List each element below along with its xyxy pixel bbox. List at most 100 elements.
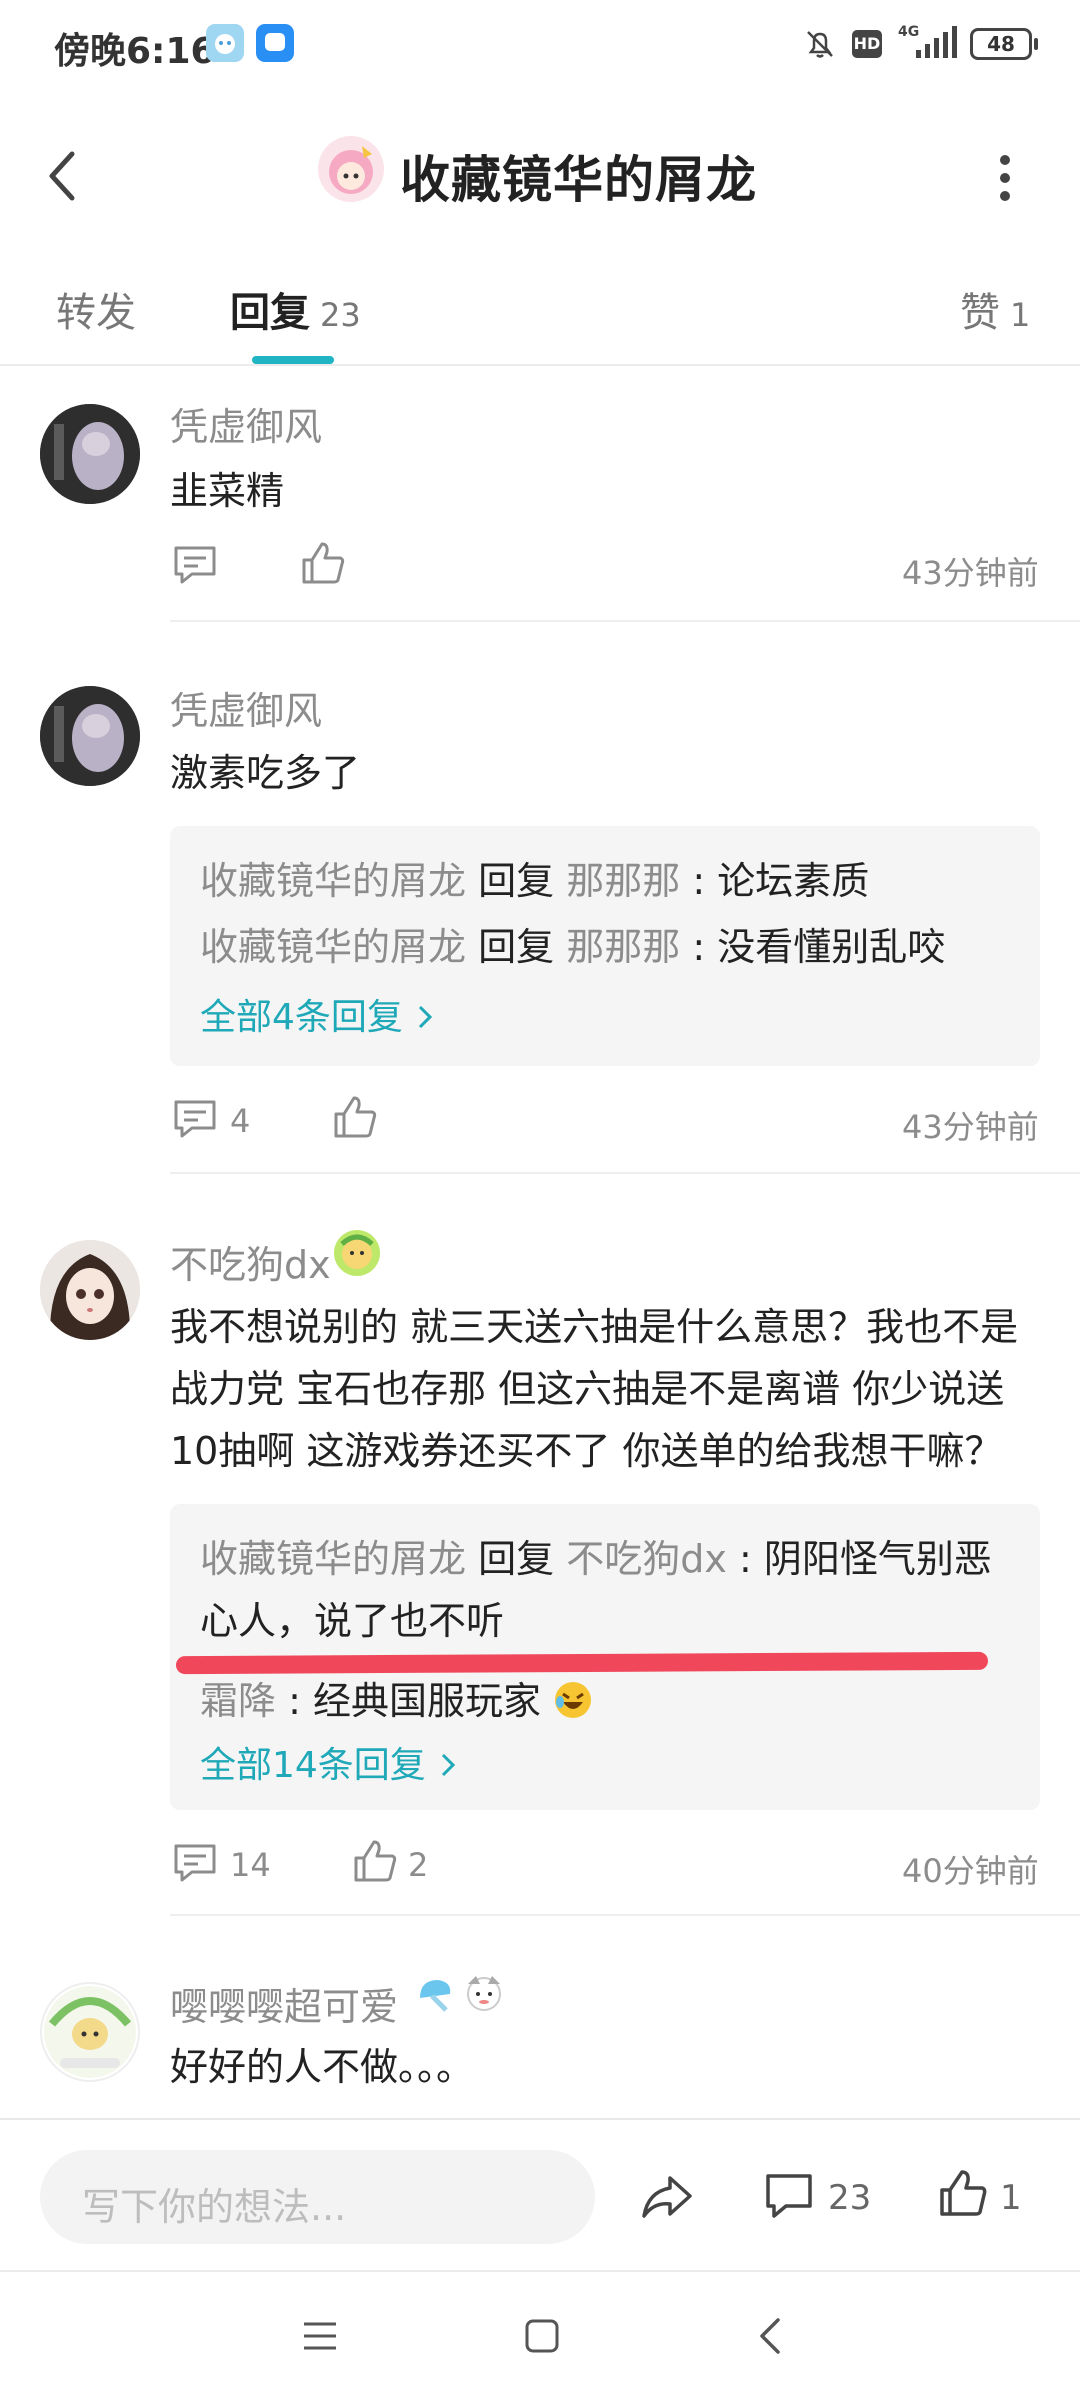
reply-icon[interactable] [172, 1098, 218, 1144]
comment-text: 我不想说别的 就三天送六抽是什么意思？我也不是 战力党 宝石也存那 但这六抽是不… [170, 1296, 1018, 1482]
author-avatar[interactable] [318, 136, 384, 202]
reply-to[interactable]: 那那那 [566, 859, 680, 903]
more-vertical-icon[interactable] [990, 150, 1020, 206]
reply-separator: : [692, 925, 706, 969]
menu-icon[interactable] [302, 2320, 338, 2356]
view-all-replies-link[interactable]: 全部4条回复 [200, 988, 436, 1040]
battery-icon: 48 [970, 28, 1032, 60]
page-title: 收藏镜华的屑龙 [400, 151, 757, 209]
comment-username[interactable]: 嘤嘤嘤超可爱 [170, 1976, 398, 2031]
fan-badge-icon [412, 1972, 458, 2022]
avatar[interactable] [40, 686, 140, 786]
bottom-comment-count: 23 [828, 2178, 872, 2218]
battery-tip [1034, 38, 1038, 50]
comment-username[interactable]: 凭虚御风 [170, 680, 322, 735]
reply-text: 没看懂别乱咬 [717, 925, 946, 969]
reply-to[interactable]: 不吃狗dx [566, 1537, 727, 1581]
active-tab-indicator [252, 356, 334, 364]
reply-item: 霜降 : 经典国服玩家 [200, 1670, 593, 1738]
tab-replies-label: 回复 [230, 290, 310, 336]
comment-text-line: 我不想说别的 就三天送六抽是什么意思？我也不是 [170, 1305, 1019, 1349]
comment-icon[interactable] [764, 2172, 814, 2224]
avatar[interactable] [40, 404, 140, 504]
comment-text-line: 战力党 宝石也存那 但这六抽是不是离谱 你少说送 [170, 1367, 1005, 1411]
view-all-replies-label: 全部4条回复 [200, 997, 403, 1038]
mascot-badge-icon [462, 1970, 506, 2018]
like-count: 2 [408, 1846, 429, 1884]
reply-preview-box[interactable]: 收藏镜华的屑龙 回复 不吃狗dx : 阴阳怪气别恶 心人，说了也不听 霜降 : … [170, 1504, 1040, 1810]
comment-time: 43分钟前 [902, 554, 1039, 592]
reply-verb: 回复 [478, 1537, 555, 1581]
like-icon[interactable] [352, 1838, 398, 1888]
home-icon[interactable] [524, 2318, 560, 2358]
comment-text: 韭菜精 [170, 469, 285, 513]
bottom-like-count: 1 [1000, 2178, 1022, 2218]
reply-count: 14 [230, 1846, 271, 1884]
comment-text: 好好的人不做。。。 [170, 2045, 475, 2089]
like-icon[interactable] [938, 2168, 988, 2222]
like-icon[interactable] [332, 1094, 378, 1144]
reply-text-continued: 心人，说了也不听 [200, 1599, 505, 1643]
signal-icon [912, 26, 958, 64]
comment-text-line: 10抽啊 这游戏券还买不了 你送单的给我想干嘛？ [170, 1429, 1003, 1473]
chevron-right-icon [419, 1005, 433, 1029]
hd-icon: HD [852, 30, 882, 58]
reply-verb: 回复 [478, 859, 555, 903]
reply-separator: : [692, 859, 706, 903]
view-all-replies-link[interactable]: 全部14条回复 [200, 1736, 459, 1788]
reply-to[interactable]: 那那那 [566, 925, 680, 969]
comment-text: 激素吃多了 [170, 751, 361, 795]
reply-item: 收藏镜华的屑龙 回复 那那那 : 没看懂别乱咬 [200, 916, 945, 978]
reply-from[interactable]: 收藏镜华的屑龙 [200, 1537, 466, 1581]
reply-from[interactable]: 收藏镜华的屑龙 [200, 859, 466, 903]
reply-item: 收藏镜华的屑龙 回复 不吃狗dx : 阴阳怪气别恶 心人，说了也不听 [200, 1528, 1020, 1652]
reply-separator: : [738, 1537, 752, 1581]
tab-likes[interactable]: 赞1 [960, 280, 1030, 338]
reply-preview-box[interactable]: 收藏镜华的屑龙 回复 那那那 : 论坛素质 收藏镜华的屑龙 回复 那那那 : 没… [170, 826, 1040, 1066]
reply-text: 论坛素质 [717, 859, 870, 903]
mute-bell-icon [802, 26, 838, 66]
tab-replies-count: 23 [320, 296, 361, 334]
chevron-right-icon [442, 1753, 456, 1777]
reply-verb: 回复 [478, 925, 555, 969]
tab-divider [0, 364, 1080, 366]
system-nav-bar [0, 2270, 1080, 2400]
avatar[interactable] [40, 1982, 140, 2082]
avatar[interactable] [40, 1240, 140, 1340]
reply-count: 4 [230, 1102, 251, 1140]
app-notification-icon [206, 24, 244, 62]
status-bar: 傍晚6:16 HD 4G 48 [0, 0, 1080, 90]
status-time: 傍晚6:16 [54, 31, 216, 72]
comment-username[interactable]: 凭虚御风 [170, 396, 322, 451]
reply-text: 经典国服玩家 [313, 1679, 542, 1723]
comment-time: 43分钟前 [902, 1108, 1039, 1146]
tab-likes-label: 赞 [960, 290, 1000, 336]
tab-likes-count: 1 [1010, 296, 1031, 334]
reply-icon[interactable] [172, 544, 218, 590]
comment-divider [170, 1914, 1080, 1916]
message-app-icon [256, 24, 294, 62]
battery-level: 48 [987, 32, 1015, 56]
reply-item: 收藏镜华的屑龙 回复 那那那 : 论坛素质 [200, 850, 869, 912]
reply-text: 阴阳怪气别恶 [763, 1537, 992, 1581]
reply-icon[interactable] [172, 1842, 218, 1888]
user-badge-icon [334, 1230, 380, 1276]
comment-divider [170, 1172, 1080, 1174]
title-bar: 收藏镜华的屑龙 [0, 110, 1080, 240]
tab-forward-label: 转发 [56, 290, 136, 336]
reply-from[interactable]: 霜降 [200, 1679, 276, 1723]
like-icon[interactable] [300, 540, 346, 590]
tab-forward[interactable]: 转发 [56, 280, 136, 338]
laughing-emoji-icon [553, 1676, 593, 1738]
comment-username[interactable]: 不吃狗dx [170, 1234, 331, 1289]
view-all-replies-label: 全部14条回复 [200, 1745, 426, 1786]
comment-input-placeholder: 写下你的想法... [82, 2185, 347, 2229]
reply-separator: : [288, 1679, 301, 1723]
comment-time: 40分钟前 [902, 1852, 1039, 1890]
reply-from[interactable]: 收藏镜华的屑龙 [200, 925, 466, 969]
tab-replies[interactable]: 回复 23 [230, 280, 361, 338]
comment-divider [170, 620, 1080, 622]
nav-back-icon[interactable] [756, 2316, 784, 2360]
back-arrow-icon[interactable] [40, 146, 90, 206]
share-icon[interactable] [640, 2172, 694, 2226]
